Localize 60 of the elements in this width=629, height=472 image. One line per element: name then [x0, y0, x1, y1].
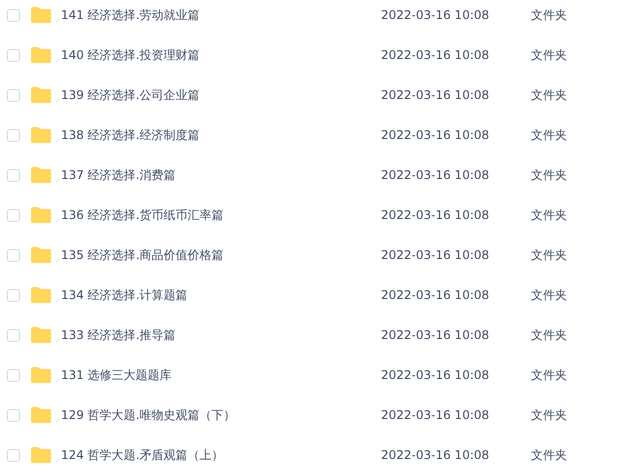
checkbox[interactable]: [7, 368, 20, 382]
folder-icon: [31, 207, 51, 223]
folder-icon: [31, 447, 51, 463]
folder-icon: [31, 47, 51, 63]
modified-date: 2022-03-16 10:08: [381, 367, 490, 384]
folder-name[interactable]: 140 经济选择.投资理财篇: [61, 46, 381, 64]
file-type: 文件夹: [531, 167, 567, 184]
checkbox[interactable]: [7, 448, 20, 462]
checkbox[interactable]: [7, 128, 20, 142]
folder-icon: [31, 87, 51, 103]
folder-name[interactable]: 138 经济选择.经济制度篇: [61, 126, 381, 144]
checkbox[interactable]: [7, 48, 20, 62]
folder-icon: [31, 287, 51, 303]
file-type: 文件夹: [531, 207, 567, 224]
modified-date: 2022-03-16 10:08: [381, 447, 490, 464]
modified-date: 2022-03-16 10:08: [381, 327, 490, 344]
folder-icon: [31, 7, 51, 23]
folder-name[interactable]: 129 哲学大题.唯物史观篇（下）: [61, 406, 381, 424]
modified-date: 2022-03-16 10:08: [381, 167, 490, 184]
folder-name[interactable]: 136 经济选择.货币纸币汇率篇: [61, 206, 381, 224]
modified-date: 2022-03-16 10:08: [381, 127, 490, 144]
modified-date: 2022-03-16 10:08: [381, 87, 490, 104]
folder-name[interactable]: 141 经济选择.劳动就业篇: [61, 6, 381, 24]
folder-name[interactable]: 137 经济选择.消费篇: [61, 166, 381, 184]
folder-name[interactable]: 135 经济选择.商品价值价格篇: [61, 246, 381, 264]
checkbox[interactable]: [7, 408, 20, 422]
file-type: 文件夹: [531, 127, 567, 144]
folder-icon: [31, 247, 51, 263]
file-type: 文件夹: [531, 247, 567, 264]
folder-name[interactable]: 134 经济选择.计算题篇: [61, 286, 381, 304]
folder-name[interactable]: 131 选修三大题题库: [61, 366, 381, 384]
file-type: 文件夹: [531, 287, 567, 304]
checkbox[interactable]: [7, 8, 20, 22]
checkbox[interactable]: [7, 88, 20, 102]
folder-icon: [31, 327, 51, 343]
folder-icon: [31, 167, 51, 183]
folder-name[interactable]: 139 经济选择.公司企业篇: [61, 86, 381, 104]
file-type: 文件夹: [531, 7, 567, 24]
file-type: 文件夹: [531, 47, 567, 64]
checkbox[interactable]: [7, 328, 20, 342]
checkbox[interactable]: [7, 288, 20, 302]
modified-date: 2022-03-16 10:08: [381, 287, 490, 304]
file-type: 文件夹: [531, 327, 567, 344]
checkbox[interactable]: [7, 168, 20, 182]
checkbox[interactable]: [7, 208, 20, 222]
folder-name[interactable]: 133 经济选择.推导篇: [61, 326, 381, 344]
folder-icon: [31, 127, 51, 143]
file-type: 文件夹: [531, 447, 567, 464]
checkbox[interactable]: [7, 248, 20, 262]
modified-date: 2022-03-16 10:08: [381, 207, 490, 224]
modified-date: 2022-03-16 10:08: [381, 407, 490, 424]
folder-name[interactable]: 124 哲学大题.矛盾观篇（上）: [61, 446, 381, 464]
file-type: 文件夹: [531, 407, 567, 424]
folder-icon: [31, 407, 51, 423]
folder-icon: [31, 367, 51, 383]
file-type: 文件夹: [531, 367, 567, 384]
modified-date: 2022-03-16 10:08: [381, 7, 490, 24]
modified-date: 2022-03-16 10:08: [381, 247, 490, 264]
file-type: 文件夹: [531, 87, 567, 104]
modified-date: 2022-03-16 10:08: [381, 47, 490, 64]
